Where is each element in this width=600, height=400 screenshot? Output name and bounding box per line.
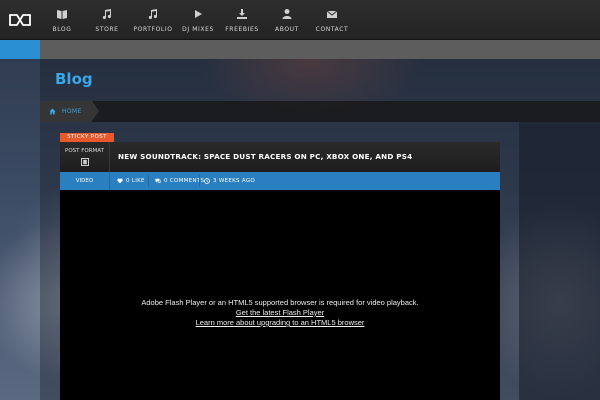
nav-label: DJ MIXES: [182, 26, 214, 33]
breadcrumb-arrow: [92, 101, 99, 121]
nav-item-portfolio[interactable]: PORTFOLIO: [133, 0, 173, 40]
music-note-icon: [148, 9, 157, 20]
likes-button[interactable]: 0 LIKE: [117, 172, 145, 190]
post-format: POST FORMAT: [60, 142, 110, 172]
download-icon: [237, 9, 247, 19]
nav-item-contact[interactable]: CONTACT: [315, 0, 349, 40]
get-flash-link[interactable]: Get the latest Flash Player: [60, 308, 500, 318]
breadcrumb-home-label: HOME: [62, 108, 82, 115]
meta-divider: [148, 175, 149, 187]
sidebar-overlay: [519, 122, 600, 400]
breadcrumb: HOME: [40, 101, 600, 122]
nav-item-about[interactable]: ABOUT: [275, 0, 299, 40]
post-format-label: POST FORMAT: [65, 148, 104, 154]
post-type-label: VIDEO: [60, 172, 110, 190]
nav-item-store[interactable]: STORE: [95, 0, 119, 40]
music-note-icon: [102, 9, 111, 20]
clock-icon: [204, 178, 210, 184]
film-icon: [80, 158, 89, 166]
envelope-icon: [326, 10, 338, 18]
nav-label: STORE: [95, 26, 119, 33]
comment-icon: [155, 178, 161, 184]
book-icon: [57, 10, 67, 19]
meta-divider: [199, 175, 200, 187]
nav-item-freebies[interactable]: FREEBIES: [225, 0, 259, 40]
nav-item-dj-mixes[interactable]: DJ MIXES: [182, 0, 214, 40]
play-icon: [195, 10, 202, 18]
subheader-bar: [40, 40, 600, 59]
flash-message: Adobe Flash Player or an HTML5 supported…: [60, 298, 500, 328]
nav-label: CONTACT: [315, 26, 349, 33]
nav-item-blog[interactable]: BLOG: [52, 0, 72, 40]
nav-label: FREEBIES: [225, 26, 259, 33]
post-meta-bar: VIDEO 0 LIKE 0 COMMENTS 3 WEEKS AGO: [60, 172, 500, 190]
brand-logo-icon[interactable]: [0, 0, 40, 40]
post-header: POST FORMAT NEW SOUNDTRACK: SPACE DUST R…: [60, 142, 500, 172]
flash-required-text: Adobe Flash Player or an HTML5 supported…: [141, 298, 419, 307]
top-navigation: BLOG STORE PORTFOLIO DJ MIXES FREEBIES A…: [0, 0, 600, 40]
nav-label: BLOG: [52, 26, 72, 33]
nav-label: ABOUT: [275, 26, 299, 33]
html5-info-link[interactable]: Learn more about upgrading to an HTML5 b…: [60, 318, 500, 328]
comments-link[interactable]: 0 COMMENTS: [155, 172, 204, 190]
post-date: 3 WEEKS AGO: [204, 172, 255, 190]
heart-icon: [117, 178, 123, 184]
home-icon: [49, 108, 56, 115]
page-title: Blog: [55, 70, 93, 88]
user-icon: [282, 9, 292, 19]
breadcrumb-home[interactable]: HOME: [40, 101, 92, 122]
likes-count: 0 LIKE: [126, 178, 145, 184]
post-time: 3 WEEKS AGO: [213, 178, 256, 184]
accent-strip: [0, 40, 40, 59]
video-player[interactable]: Adobe Flash Player or an HTML5 supported…: [60, 190, 500, 400]
sticky-post-badge: STICKY POST: [60, 133, 114, 142]
post-title[interactable]: NEW SOUNDTRACK: SPACE DUST RACERS ON PC,…: [118, 152, 412, 161]
nav-label: PORTFOLIO: [133, 26, 173, 33]
